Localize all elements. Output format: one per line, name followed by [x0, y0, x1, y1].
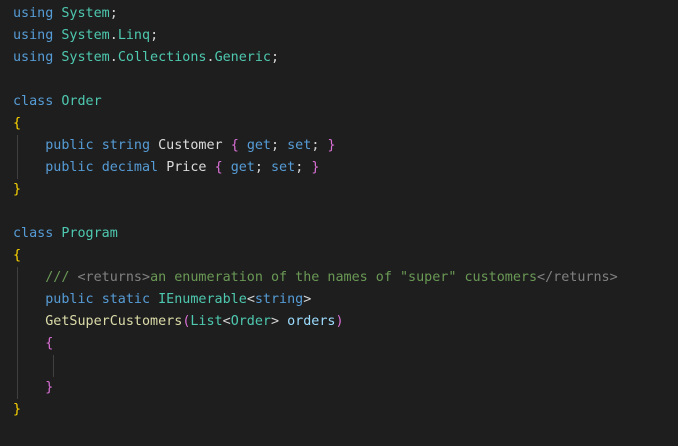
code-token: GetSuperCustomers	[45, 314, 183, 329]
code-line: {	[13, 333, 53, 355]
code-line: }	[13, 377, 53, 399]
indent-guide	[53, 355, 54, 377]
code-line: {	[13, 245, 21, 267]
code-line: class Order	[13, 91, 102, 113]
code-token: ;	[109, 6, 118, 21]
code-token: {	[214, 160, 223, 175]
code-token: List	[190, 314, 223, 329]
code-token: get	[246, 138, 271, 153]
code-token: System	[61, 28, 110, 43]
code-token: static	[101, 292, 151, 307]
code-token: set	[287, 138, 312, 153]
code-token: class	[13, 226, 54, 241]
code-line: }	[13, 399, 21, 421]
code-token: {	[13, 116, 22, 131]
code-token: class	[13, 94, 54, 109]
code-line: GetSuperCustomers(List<Order> orders)	[13, 311, 344, 333]
code-token: public	[45, 292, 94, 307]
code-token: public	[45, 138, 94, 153]
code-line: class Program	[13, 223, 118, 245]
code-token: get	[230, 160, 255, 175]
code-token: >	[303, 292, 312, 307]
code-token: )	[335, 314, 344, 329]
code-token: IEnumerable	[158, 292, 247, 307]
code-token: {	[45, 336, 54, 351]
code-token: ///	[45, 270, 78, 285]
code-editor[interactable]: using System; using System.Linq; using Sys…	[0, 0, 678, 446]
code-token: .	[109, 50, 118, 65]
code-token: .	[109, 28, 118, 43]
code-token: Price	[166, 160, 207, 175]
code-token: <	[222, 314, 231, 329]
code-token: orders	[287, 314, 336, 329]
code-token: ;	[150, 28, 159, 43]
code-token: Order	[61, 94, 102, 109]
code-token: using	[13, 6, 54, 21]
code-token: System	[61, 50, 110, 65]
code-line: }	[13, 179, 21, 201]
code-line: {	[13, 113, 21, 135]
code-token: .	[206, 50, 215, 65]
code-line: /// <returns>an enumeration of the names…	[13, 267, 618, 289]
code-token: }	[327, 138, 336, 153]
code-token: using	[13, 28, 54, 43]
code-token: public	[45, 160, 94, 175]
code-token: ;	[254, 160, 271, 175]
code-token: Generic	[214, 50, 271, 65]
code-token: set	[271, 160, 296, 175]
code-token: Order	[230, 314, 271, 329]
code-token: <	[246, 292, 255, 307]
code-token: string	[254, 292, 304, 307]
code-token: ;	[311, 138, 328, 153]
code-token: ;	[295, 160, 312, 175]
code-token: Customer	[158, 138, 223, 153]
code-token: </returns>	[537, 270, 618, 285]
code-token: using	[13, 50, 54, 65]
code-line: public string Customer { get; set; }	[13, 135, 336, 157]
code-token: }	[13, 402, 22, 417]
code-token: {	[230, 138, 239, 153]
code-token: {	[13, 248, 22, 263]
code-token: Linq	[117, 28, 151, 43]
code-line: public decimal Price { get; set; }	[13, 157, 319, 179]
code-token: Collections	[117, 50, 207, 65]
code-token: ;	[271, 138, 288, 153]
code-token: System	[61, 6, 110, 21]
code-token: Program	[61, 226, 118, 241]
code-token: >	[271, 314, 288, 329]
code-token: }	[45, 380, 54, 395]
code-token: <returns>	[77, 270, 151, 285]
code-token: }	[311, 160, 320, 175]
code-line: using System.Collections.Generic;	[13, 47, 279, 69]
code-token: }	[13, 182, 22, 197]
code-token: ;	[271, 50, 280, 65]
code-line: using System.Linq;	[13, 25, 158, 47]
code-token: decimal	[101, 160, 159, 175]
code-token: an enumeration of the names of "super" c…	[150, 270, 538, 285]
code-line: using System;	[13, 3, 118, 25]
code-line: public static IEnumerable<string>	[13, 289, 311, 311]
code-token: string	[101, 138, 151, 153]
